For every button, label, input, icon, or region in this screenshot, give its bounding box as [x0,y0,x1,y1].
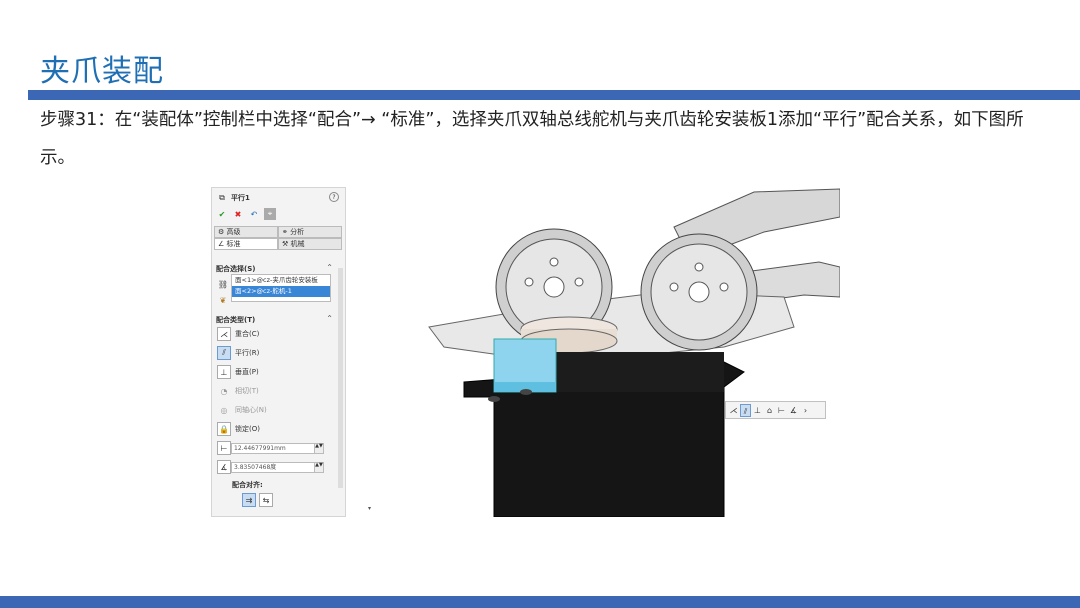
pin-button[interactable]: ⌖ [264,208,276,220]
angle-icon[interactable]: ∡ [217,460,231,474]
undo-button[interactable]: ↶ [248,208,260,220]
collapse-chevron-icon[interactable]: ⌃ [326,263,333,272]
mate-property-panel: ⧉ 平行1 ? ✔ ✖ ↶ ⌖ ⚙ 高级 ⚭ 分析 ∠ 标准 ⚒ 机械 配合选择… [211,187,346,517]
lock-icon: 🔒 [217,422,231,436]
perpendicular-icon: ⊥ [217,365,231,379]
footer-bar [0,596,1080,608]
mate-tangent[interactable]: ◔ 相切(T) [217,384,259,398]
angle-input[interactable]: 3.83507468度 [231,462,323,473]
alignment-label: 配合对齐: [232,481,263,489]
mate-selection-heading: 配合选择(S) [216,265,256,273]
panel-resize-handle[interactable]: ▾ [368,505,371,512]
angle-icon[interactable]: ∡ [788,404,799,417]
mate-perpendicular[interactable]: ⊥ 垂直(P) [217,365,259,379]
distance-icon[interactable]: ⊢ [217,441,231,455]
collapse-chevron-icon[interactable]: ⌃ [326,314,333,323]
tab-mechanical[interactable]: ⚒ 机械 [278,238,342,250]
help-icon[interactable]: ? [329,192,339,202]
title-underline-bar [28,90,1080,100]
parallel-icon: ⫽ [217,346,231,360]
aligned-button-icon[interactable]: ⇉ [242,493,256,507]
distance-spinner[interactable]: ▲▼ [314,443,324,454]
step-description: 步骤31：在“装配体”控制栏中选择“配合”→ “标准”，选择夹爪双轴总线舵机与夹… [40,110,1024,168]
mate-coincident[interactable]: ⋌ 重合(C) [217,327,259,341]
panel-actions: ✔ ✖ ↶ ⌖ [216,208,276,220]
mate-selection-icon: ⛓ [217,279,229,289]
distance-input[interactable]: 12.44677991mm [231,443,323,454]
mate-selection-list[interactable]: 面<1>@cz-夹爪齿轮安装板 面<2>@cz-舵机-1 [231,274,331,302]
mate-types-heading: 配合类型(T) [216,316,256,324]
more-icon[interactable]: › [800,404,811,417]
coincident-icon[interactable]: ⋌ [728,404,739,417]
mate-entities-icon: ❦ [219,295,227,305]
panel-title: 平行1 [231,194,250,202]
selection-item-1[interactable]: 面<1>@cz-夹爪齿轮安装板 [232,275,330,286]
cancel-button[interactable]: ✖ [232,208,244,220]
mate-parallel[interactable]: ⫽ 平行(R) [217,346,259,360]
paperclip-icon: ⧉ [219,193,225,202]
slide-title: 夹爪装配 [40,54,164,89]
mate-concentric[interactable]: ◎ 同轴心(N) [217,403,267,417]
gear-icon: ⚙ [218,228,225,236]
perpendicular-icon[interactable]: ⊥ [752,404,763,417]
link-icon: ⚭ [282,228,288,236]
concentric-icon: ◎ [220,405,228,415]
mate-lock[interactable]: 🔒 锁定(O) [217,422,260,436]
tab-analysis[interactable]: ⚭ 分析 [278,226,342,238]
anti-aligned-button-icon[interactable]: ⇆ [259,493,273,507]
wrench-icon: ⚒ [282,240,289,248]
coincident-icon: ⋌ [217,327,231,341]
parallel-icon[interactable]: ⫽ [740,403,751,417]
angle-icon: ∠ [218,240,225,248]
tab-advanced[interactable]: ⚙ 高级 [214,226,278,238]
selection-item-2[interactable]: 面<2>@cz-舵机-1 [232,286,330,297]
tab-standard[interactable]: ∠ 标准 [214,238,278,250]
right-gear [640,233,758,351]
angle-spinner[interactable]: ▲▼ [314,462,324,473]
mate-context-toolbar: ⋌ ⫽ ⊥ ⌂ ⊢ ∡ › [725,401,826,419]
lock-icon[interactable]: ⌂ [764,404,775,417]
panel-scrollbar[interactable] [338,268,343,488]
distance-icon[interactable]: ⊢ [776,404,787,417]
cad-viewport[interactable] [424,187,840,517]
tangent-icon: ◔ [220,386,228,396]
panel-header: ⧉ 平行1 [216,192,250,204]
ok-button[interactable]: ✔ [216,208,228,220]
